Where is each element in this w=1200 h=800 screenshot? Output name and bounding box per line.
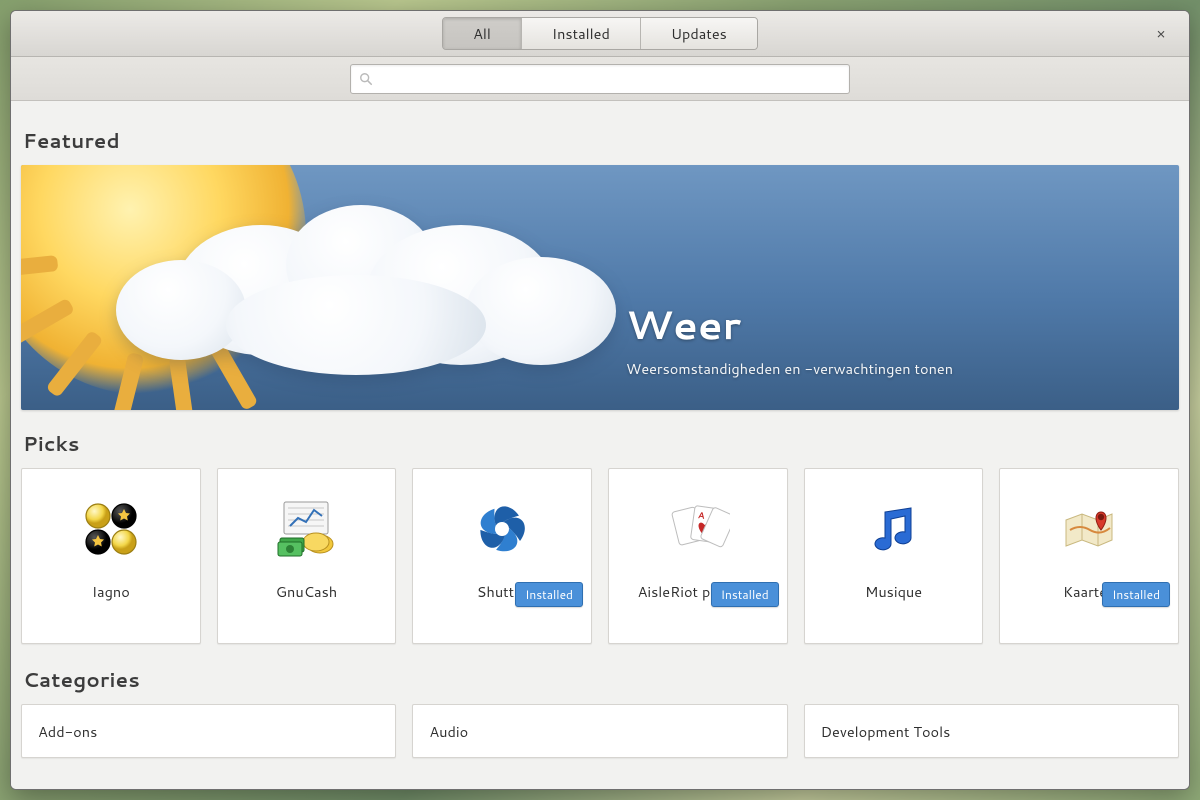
categories-heading: Categories (23, 666, 1179, 694)
pick-label: GnuCash (270, 581, 343, 602)
cloud-icon (116, 195, 636, 395)
musique-icon (862, 497, 926, 561)
gnucash-icon (275, 497, 339, 561)
search-bar (11, 57, 1189, 101)
pick-label: Iagno (86, 581, 136, 602)
pick-card-kaarten[interactable]: Installed Kaarten (999, 468, 1179, 644)
featured-text: Weer Weersomstandigheden en -verwachting… (626, 295, 953, 379)
category-label: Add-ons (38, 721, 97, 742)
content-scroll[interactable]: Featured (11, 101, 1189, 789)
categories-grid: Add-ons Audio Development Tools (21, 704, 1179, 758)
header-bar: All Installed Updates × (11, 11, 1189, 57)
tab-updates[interactable]: Updates (641, 18, 757, 49)
pick-card-shutter[interactable]: Installed Shutter (412, 468, 592, 644)
category-label: Development Tools (821, 721, 951, 742)
featured-app-subtitle: Weersomstandigheden en -verwachtingen to… (626, 358, 953, 379)
featured-app-banner[interactable]: Weer Weersomstandigheden en -verwachting… (21, 165, 1179, 410)
pick-card-aisleriot[interactable]: A Installed AisleRiot patience (608, 468, 788, 644)
view-switcher: All Installed Updates (442, 17, 758, 50)
pick-card-iagno[interactable]: Iagno (21, 468, 201, 644)
search-field-wrap[interactable] (350, 64, 850, 94)
close-icon: × (1156, 23, 1166, 44)
category-addons[interactable]: Add-ons (21, 704, 396, 758)
pick-card-musique[interactable]: Musique (804, 468, 984, 644)
search-icon (359, 72, 373, 86)
featured-heading: Featured (23, 127, 1179, 155)
installed-badge: Installed (711, 582, 779, 607)
pick-card-gnucash[interactable]: GnuCash (217, 468, 397, 644)
search-input[interactable] (379, 71, 841, 87)
picks-grid: Iagno (21, 468, 1179, 644)
category-audio[interactable]: Audio (412, 704, 787, 758)
app-window: All Installed Updates × Featured (10, 10, 1190, 790)
aisleriot-icon: A (666, 497, 730, 561)
featured-app-title: Weer (626, 295, 953, 352)
installed-badge: Installed (515, 582, 583, 607)
tab-installed[interactable]: Installed (522, 18, 641, 49)
tab-all[interactable]: All (443, 18, 522, 49)
shutter-icon (470, 497, 534, 561)
kaarten-icon (1057, 497, 1121, 561)
picks-heading: Picks (23, 430, 1179, 458)
installed-badge: Installed (1102, 582, 1170, 607)
content-inner: Featured (11, 101, 1189, 778)
close-button[interactable]: × (1147, 19, 1175, 47)
iagno-icon (79, 497, 143, 561)
pick-label: Musique (859, 581, 928, 602)
category-label: Audio (429, 721, 468, 742)
category-development-tools[interactable]: Development Tools (804, 704, 1179, 758)
